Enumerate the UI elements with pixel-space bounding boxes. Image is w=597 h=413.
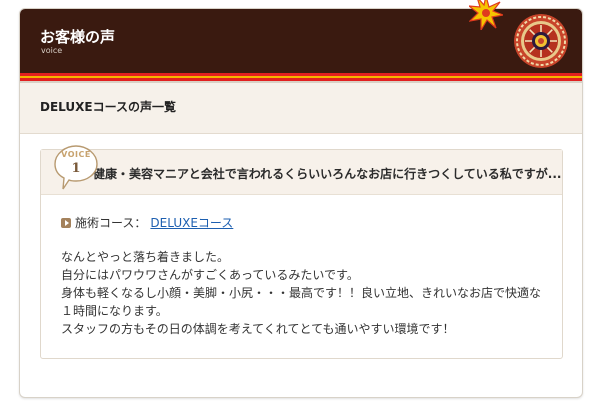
voice-body: なんとやっと落ち着きました。 自分にはパワウワさんがすごくあっているみたいです。… [61,248,561,338]
voice-card-header: 健康・美容マニアと会社で言われるくらいいろんなお店に行きつくしている私ですが..… [41,150,562,195]
course-link[interactable]: DELUXEコース [150,216,233,230]
course-label: 施術コース： [75,216,147,230]
page-subtitle: voice [41,46,63,55]
voice-list-heading: DELUXEコースの声一覧 [40,100,176,114]
voice-panel: お客様の声 voice DELUXEコースの声一覧 健康・美容マニアと会社で言わ… [19,8,583,398]
voice-badge-number: 1 [71,161,81,176]
voice-badge-label: VOICE [61,150,91,159]
voice-body-line: スタッフの方もその日の体調を考えてくれてとても通いやすい環境です！ [61,322,455,336]
course-line: 施術コース： DELUXEコース [61,214,233,231]
voice-body-line: なんとやっと落ち着きました。 [61,250,230,264]
decorative-medallion-icon [514,14,568,68]
voice-title: 健康・美容マニアと会社で言われるくらいいろんなお店に行きつくしている私ですが..… [93,167,562,181]
voice-body-line: 身体も軽くなるし小顔・美脚・小尻・・・最高です！！良い立地、きれいなお店で快適な [61,286,542,300]
sunburst-star-icon [467,0,506,34]
voice-body-line: 自分にはパワウワさんがすごくあっているみたいです。 [61,268,359,282]
page-title: お客様の声 [40,28,116,46]
speech-bubble-icon: VOICE 1 [54,145,98,190]
voice-card: 健康・美容マニアと会社で言われるくらいいろんなお店に行きつくしている私ですが..… [40,145,563,359]
play-bullet-icon [61,218,71,228]
voice-list-heading-bar: DELUXEコースの声一覧 [20,83,582,134]
voice-body-line: １時間になります。 [61,304,168,318]
